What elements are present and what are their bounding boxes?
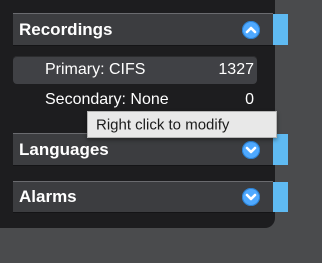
section-title-alarms: Alarms bbox=[19, 187, 77, 206]
tooltip-text: Right click to modify bbox=[96, 116, 230, 133]
list-item-secondary[interactable]: Secondary: None 0 bbox=[13, 86, 257, 114]
list-item-count: 0 bbox=[245, 91, 254, 108]
list-item-count: 1327 bbox=[218, 61, 254, 78]
section-title-languages: Languages bbox=[19, 139, 109, 159]
list-item-primary[interactable]: Primary: CIFS 1327 bbox=[13, 56, 257, 84]
section-header-recordings[interactable]: Recordings bbox=[13, 13, 288, 46]
chevron-down-icon[interactable] bbox=[242, 140, 260, 159]
section-title-recordings: Recordings bbox=[19, 19, 113, 39]
section-accent-bar bbox=[273, 14, 288, 45]
chevron-up-icon[interactable] bbox=[242, 20, 260, 39]
section-accent-bar bbox=[273, 182, 288, 212]
section-header-alarms[interactable]: Alarms bbox=[13, 181, 288, 213]
list-item-label: Primary: CIFS bbox=[45, 61, 146, 78]
chevron-down-icon[interactable] bbox=[242, 188, 260, 206]
tooltip: Right click to modify bbox=[87, 111, 277, 138]
section-accent-bar bbox=[273, 134, 288, 165]
list-item-label: Secondary: None bbox=[45, 91, 169, 108]
